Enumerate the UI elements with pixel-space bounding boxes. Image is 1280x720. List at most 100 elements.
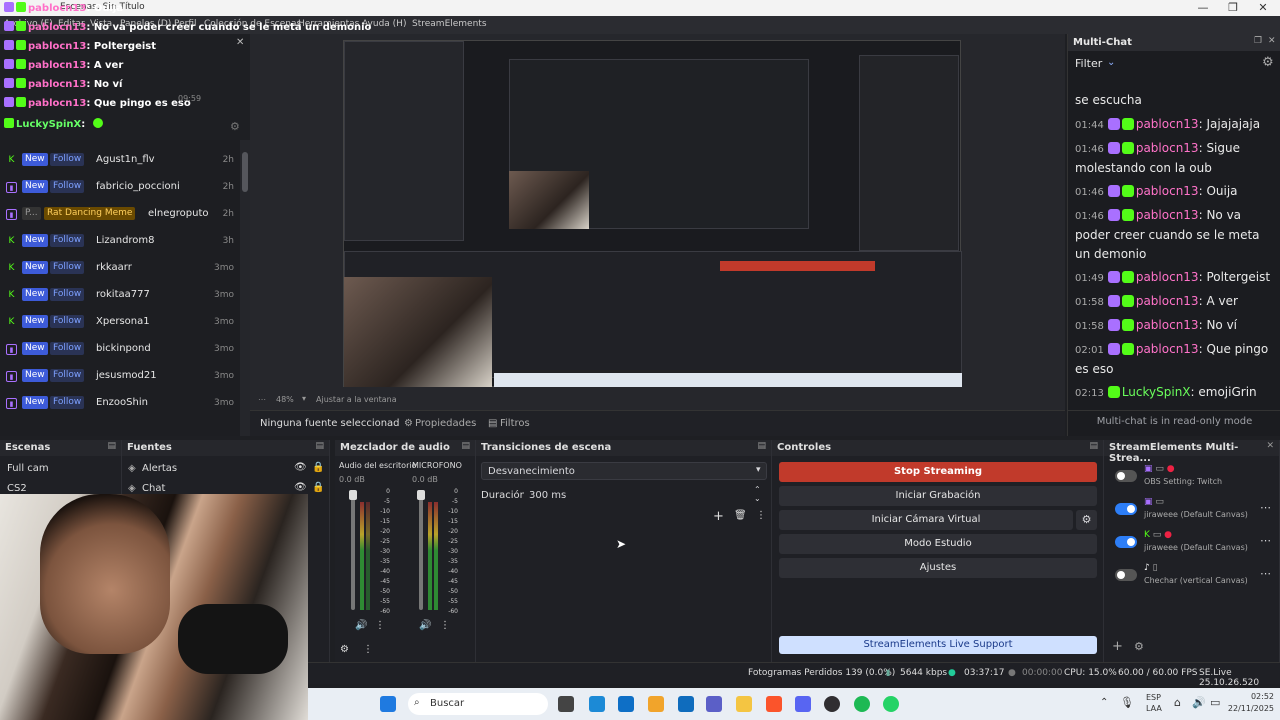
chevron-up-icon[interactable]: ⌃ [1100, 697, 1108, 708]
volume-slider-track[interactable] [419, 490, 423, 610]
source-item[interactable]: Alertas [142, 463, 177, 474]
properties-button[interactable]: Propiedades [415, 418, 476, 429]
menu-streamelements[interactable]: StreamElements [412, 19, 487, 29]
output-row[interactable]: ▣ ▭ jiraweee (Default Canvas) ⋯ [1110, 495, 1275, 525]
maximize-button[interactable]: ❐ [1216, 0, 1250, 16]
more-options-icon[interactable]: ⋯ [1260, 534, 1271, 547]
add-icon[interactable]: + [713, 509, 724, 524]
volume-icon[interactable]: 🔊 [1192, 696, 1206, 709]
feed-row[interactable]: ▮ New Follow bickinpond 3mo [0, 336, 238, 363]
undock-icon[interactable]: ▤ [1089, 441, 1098, 451]
fit-window-label[interactable]: Ajustar a la ventana [316, 395, 397, 404]
clock-time[interactable]: 02:52 [1240, 692, 1274, 701]
start-menu-icon[interactable] [380, 696, 396, 712]
obs-icon[interactable] [824, 696, 840, 712]
filter-dropdown[interactable]: Filter [1075, 57, 1102, 70]
folder-icon[interactable] [736, 696, 752, 712]
source-item[interactable]: Chat [142, 483, 165, 494]
feed-row[interactable]: K New Follow Lizandrom8 3h [0, 228, 238, 255]
transition-select[interactable]: Desvanecimiento ▾ [481, 462, 767, 480]
teams-icon[interactable] [706, 696, 722, 712]
virtual-camera-button[interactable]: Iniciar Cámara Virtual [779, 510, 1073, 530]
brave-icon[interactable] [766, 696, 782, 712]
undock-icon[interactable]: ▤ [315, 441, 324, 451]
scene-item[interactable]: Full cam [7, 463, 49, 474]
close-icon[interactable]: ✕ [1268, 36, 1276, 46]
gear-icon[interactable]: ⚙ [230, 120, 240, 133]
more-options-icon[interactable]: ⋯ [1260, 567, 1271, 580]
settings-button[interactable]: Ajustes [779, 558, 1097, 578]
output-toggle[interactable] [1115, 536, 1137, 548]
taskbar-search[interactable]: ⌕ Buscar [408, 693, 548, 715]
scene-item[interactable]: CS2 [7, 483, 27, 494]
lock-icon[interactable]: 🔒 [312, 482, 324, 493]
ellipsis-icon[interactable]: ⋯ [258, 395, 266, 404]
undock-icon[interactable]: ▤ [757, 441, 766, 451]
add-icon[interactable]: + [1112, 639, 1123, 654]
feed-row[interactable]: ▮ New Follow EnzooShin 3mo [0, 390, 238, 417]
spotify-icon[interactable] [854, 696, 870, 712]
microphone-icon[interactable]: 🎙 [1120, 696, 1134, 709]
output-row[interactable]: K ▭ ● jiraweee (Default Canvas) ⋯ [1110, 528, 1275, 558]
chevron-down-icon[interactable]: ⌄ [754, 494, 761, 503]
output-toggle[interactable] [1115, 470, 1137, 482]
undock-icon[interactable]: ▤ [107, 441, 116, 451]
feed-row[interactable]: K New Follow rokitaa777 3mo [0, 282, 238, 309]
studio-mode-button[interactable]: Modo Estudio [779, 534, 1097, 554]
feed-scroll-thumb[interactable] [242, 152, 248, 192]
lock-icon[interactable]: 🔒 [312, 462, 324, 473]
discord-icon[interactable] [795, 696, 811, 712]
feed-row[interactable]: K New Follow Xpersona1 3mo [0, 309, 238, 336]
more-options-icon[interactable]: ⋯ [1260, 501, 1271, 514]
chevron-up-icon[interactable]: ⌃ [754, 485, 761, 494]
chevron-down-icon[interactable]: ⌄ [1107, 57, 1115, 68]
feed-row[interactable]: ▮ New Follow fabricio_poccioni 2h [0, 174, 238, 201]
start-recording-button[interactable]: Iniciar Grabación [779, 486, 1097, 506]
filters-button[interactable]: Filtros [500, 418, 530, 429]
feed-row[interactable]: K New Follow rkkaarr 3mo [0, 255, 238, 282]
language-code[interactable]: ESP [1146, 693, 1161, 702]
copilot-icon[interactable] [648, 696, 664, 712]
close-window-button[interactable]: ✕ [1246, 0, 1280, 16]
kebab-menu-icon[interactable]: ⋮ [363, 644, 373, 655]
output-toggle[interactable] [1115, 569, 1137, 581]
edge-icon[interactable] [589, 696, 605, 712]
store-icon[interactable] [618, 696, 634, 712]
battery-icon[interactable]: ▭ [1210, 696, 1220, 709]
network-icon[interactable]: ⌂ [1174, 696, 1181, 709]
speaker-icon[interactable]: 🔊 [419, 620, 431, 631]
output-row[interactable]: ♪ ▯ Chechar (vertical Canvas) ⋯ [1110, 561, 1275, 591]
speaker-icon[interactable]: 🔊 [355, 620, 367, 631]
file-explorer-icon[interactable] [558, 696, 574, 712]
visibility-eye-icon[interactable]: 👁 [294, 482, 307, 493]
kebab-menu-icon[interactable]: ⋮ [375, 620, 385, 631]
volume-slider-track[interactable] [351, 490, 355, 610]
stop-streaming-button[interactable]: Stop Streaming [779, 462, 1097, 482]
trash-icon[interactable]: 🗑 [734, 510, 747, 521]
feed-row[interactable]: K New Follow Agust1n_flv 2h [0, 147, 238, 174]
duration-input[interactable]: 300 ms ⌃ ⌄ [524, 485, 767, 504]
undock-icon[interactable]: ❐ [1254, 36, 1262, 46]
preview-canvas[interactable] [343, 40, 962, 387]
undock-icon[interactable]: ▤ [461, 441, 470, 451]
feed-row[interactable]: ▮ New Follow jesusmod21 3mo [0, 363, 238, 390]
gear-icon[interactable]: ⚙ [1134, 640, 1144, 653]
live-support-button[interactable]: StreamElements Live Support [779, 636, 1097, 654]
output-row[interactable]: ▣ ▭ ● OBS Setting: Twitch [1110, 462, 1275, 492]
close-icon[interactable]: ✕ [236, 37, 244, 48]
zoom-dropdown-icon[interactable]: ▾ [302, 394, 306, 403]
close-icon[interactable]: ✕ [1266, 441, 1274, 451]
kebab-menu-icon[interactable]: ⋮ [440, 620, 450, 631]
feed-scrollbar[interactable] [240, 140, 250, 436]
output-toggle[interactable] [1115, 503, 1137, 515]
kebab-menu-icon[interactable]: ⋮ [756, 510, 766, 521]
gear-icon[interactable]: ⚙ [1262, 55, 1274, 70]
gear-icon[interactable]: ⚙ [1076, 510, 1097, 530]
clock-date[interactable]: 22/11/2025 [1222, 704, 1274, 713]
mixer-settings-icon[interactable]: ⚙ [340, 644, 349, 655]
language-variant[interactable]: LAA [1146, 704, 1162, 713]
volume-slider-thumb[interactable] [349, 490, 357, 500]
minimize-button[interactable]: — [1186, 0, 1220, 16]
whatsapp-icon[interactable] [883, 696, 899, 712]
feed-row[interactable]: ▮ P... Rat Dancing Meme elnegroputo 2h [0, 201, 238, 228]
